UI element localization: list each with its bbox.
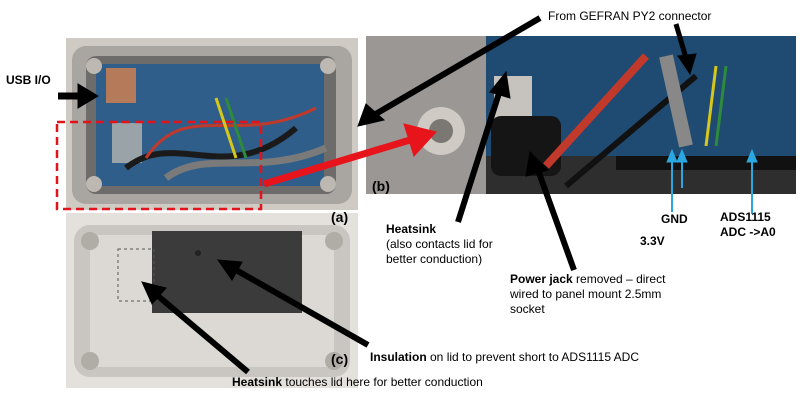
panel-label-c: (c) [331, 351, 349, 367]
highlight-dashed-box [55, 120, 263, 211]
label-insulation: Insulation on lid to prevent short to AD… [370, 350, 640, 364]
label-heatsink: Heatsink (also contacts lid for better c… [386, 222, 493, 266]
label-gnd: GND [661, 212, 688, 226]
annotation-overlay [55, 15, 758, 375]
label-3v3: 3.3V [640, 234, 665, 248]
blue-arrows [666, 148, 758, 214]
label-heatsink-lid: Heatsink touches lid here for better con… [232, 375, 483, 389]
red-arrow [262, 123, 437, 188]
panel-label-a: (a) [331, 209, 349, 225]
label-power-jack: Power jack removed – direct wired to pan… [510, 272, 666, 316]
panel-label-b: (b) [372, 178, 390, 194]
label-ads1115: ADS1115 ADC ->A0 [720, 210, 776, 239]
label-from-connector: From GEFRAN PY2 connector [548, 9, 712, 23]
black-arrows [58, 15, 697, 375]
label-usb-io: USB I/O [6, 73, 51, 87]
